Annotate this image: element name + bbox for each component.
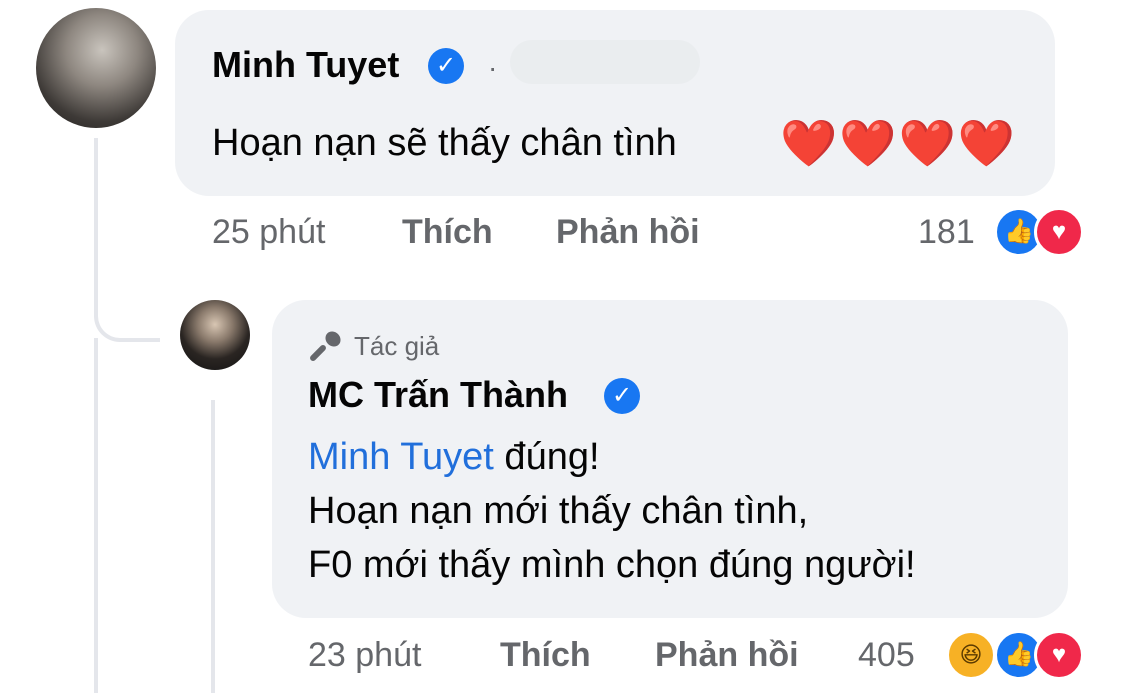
separator-dot: · [488, 52, 498, 83]
like-button[interactable]: Thích [402, 213, 493, 252]
reply-button[interactable]: Phản hồi [556, 213, 700, 252]
love-reaction-icon[interactable]: ♥ [1034, 207, 1084, 257]
reply-button[interactable]: Phản hồi [655, 636, 799, 675]
comment-author-name[interactable]: Minh Tuyet [212, 44, 399, 86]
reply-line-2: Hoạn nạn mới thấy chân tình, [308, 490, 809, 532]
comment-time[interactable]: 25 phút [212, 213, 325, 252]
haha-reaction-icon[interactable]: 😆 [946, 630, 996, 680]
microphone-icon [308, 328, 344, 364]
thread-connector [94, 138, 160, 342]
reply-text: Minh Tuyet đúng! Hoạn nạn mới thấy chân … [308, 430, 916, 592]
like-button[interactable]: Thích [500, 636, 591, 675]
reaction-count[interactable]: 181 [918, 213, 975, 252]
blurred-region [510, 40, 700, 84]
reply-thread-line [211, 400, 215, 693]
thread-line [94, 338, 98, 693]
reply-line-3: F0 mới thấy mình chọn đúng người! [308, 544, 916, 586]
author-badge: Tác giả [308, 328, 439, 364]
avatar-minh-tuyet[interactable] [36, 8, 156, 128]
heart-emoji-icons: ❤️❤️❤️❤️ [780, 117, 1018, 169]
verified-badge-icon: ✓ [604, 378, 640, 414]
reply-time[interactable]: 23 phút [308, 636, 421, 675]
reply-author-name[interactable]: MC Trấn Thành [308, 374, 568, 416]
comment-text: Hoạn nạn sẽ thấy chân tình [212, 122, 677, 164]
avatar-mc-tran-thanh[interactable] [180, 300, 250, 370]
author-badge-label: Tác giả [354, 330, 440, 361]
verified-badge-icon: ✓ [428, 48, 464, 84]
love-reaction-icon[interactable]: ♥ [1034, 630, 1084, 680]
reaction-count[interactable]: 405 [858, 636, 915, 675]
mention-link[interactable]: Minh Tuyet [308, 436, 494, 478]
reply-line-1: đúng! [493, 436, 600, 478]
